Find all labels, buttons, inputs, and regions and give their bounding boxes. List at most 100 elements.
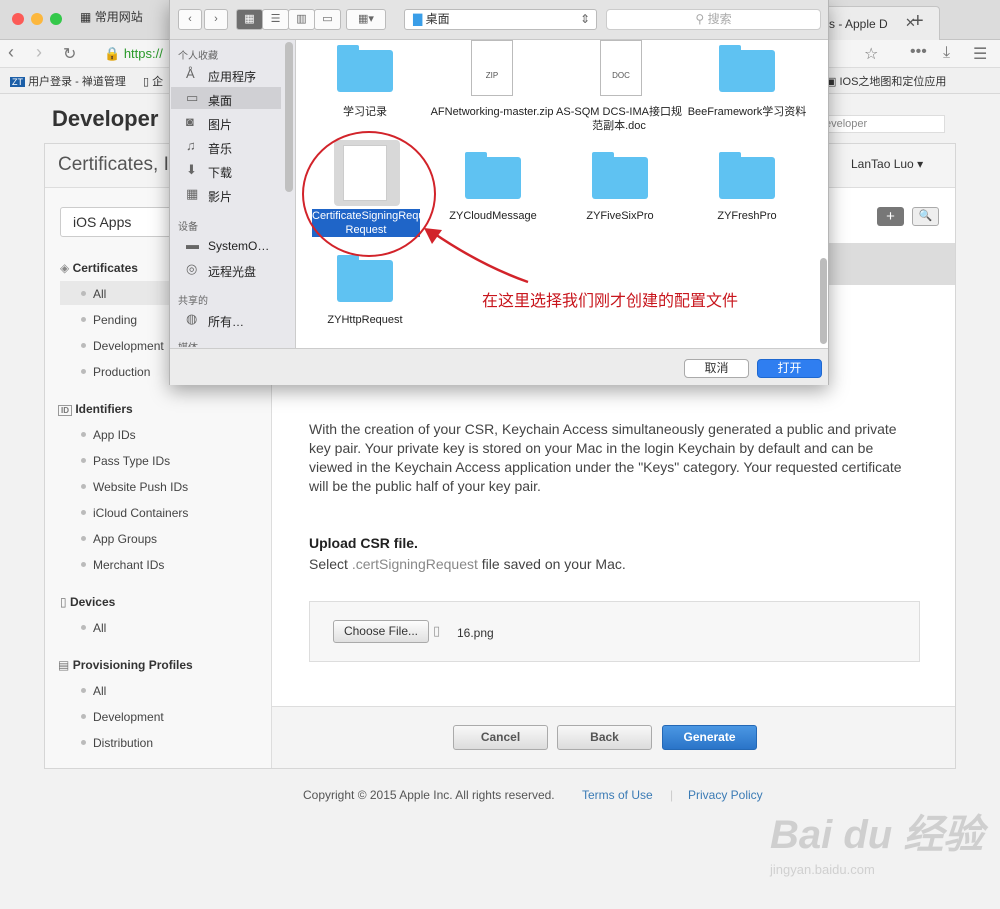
sidebar-item-devices-all[interactable]: All: [93, 621, 106, 635]
url-bar[interactable]: 🔒 https://: [104, 46, 163, 62]
sidebar-item-applications[interactable]: 应用程序: [208, 68, 256, 85]
sidebar-item-profiles-distribution[interactable]: Distribution: [93, 736, 153, 750]
folder-icon[interactable]: [337, 45, 393, 92]
file-item[interactable]: AFNetworking-master.zip: [427, 105, 557, 119]
sidebar-scrollbar[interactable]: [285, 42, 293, 192]
caret-down-icon: ▾: [917, 157, 924, 171]
file-item[interactable]: ZYFiveSixPro: [555, 209, 685, 223]
network-icon: ◍: [186, 311, 198, 326]
user-menu[interactable]: LanTao Luo ▾: [851, 157, 923, 171]
zip-file-icon[interactable]: ZIP: [471, 40, 513, 96]
grid-icon: ▦: [80, 10, 92, 24]
sidebar-item-pictures[interactable]: 图片: [208, 116, 232, 133]
folder-icon: ▇: [413, 12, 423, 26]
sidebar-item-certificates-all[interactable]: All: [93, 287, 106, 301]
sidebar-item-website-push-ids[interactable]: Website Push IDs: [93, 480, 188, 494]
sidebar-section-identifiers[interactable]: ID Identifiers: [58, 402, 133, 416]
annotation-circle: [302, 131, 436, 257]
bullet-icon: [81, 625, 86, 630]
sidebar-item-downloads[interactable]: 下载: [208, 164, 232, 181]
file-item[interactable]: ZYHttpRequest: [300, 313, 430, 327]
device-icon: ▯: [60, 595, 67, 609]
sidebar-item-merchant-ids[interactable]: Merchant IDs: [93, 558, 164, 572]
cancel-button[interactable]: Cancel: [453, 725, 548, 750]
search-button[interactable]: 🔍: [912, 207, 939, 226]
generate-button[interactable]: Generate: [662, 725, 757, 750]
minimize-window-button[interactable]: [31, 13, 43, 25]
list-view-icon[interactable]: ☰: [262, 9, 289, 30]
bullet-icon: [81, 510, 86, 515]
bookmark-enterprise[interactable]: ▯ 企: [143, 73, 163, 89]
sidebar-item-development[interactable]: Development: [93, 339, 164, 353]
dialog-back-icon[interactable]: ‹: [178, 9, 202, 30]
sidebar-item-movies[interactable]: 影片: [208, 188, 232, 205]
sidebar-item-icloud-containers[interactable]: iCloud Containers: [93, 506, 188, 520]
developer-search-input[interactable]: eveloper: [820, 115, 945, 133]
sidebar-item-app-ids[interactable]: App IDs: [93, 428, 136, 442]
sidebar-item-production[interactable]: Production: [93, 365, 150, 379]
dialog-forward-icon[interactable]: ›: [204, 9, 228, 30]
file-item[interactable]: 学习记录: [300, 105, 430, 119]
new-tab-icon[interactable]: +: [912, 10, 924, 33]
dialog-cancel-button[interactable]: 取消: [684, 359, 749, 378]
file-item[interactable]: BeeFramework学习资料: [682, 105, 812, 119]
music-icon: ♫: [186, 138, 196, 153]
more-icon[interactable]: •••: [910, 43, 927, 61]
bullet-icon: [81, 369, 86, 374]
csr-description: With the creation of your CSR, Keychain …: [309, 421, 902, 494]
doc-file-icon[interactable]: DOC: [600, 40, 642, 96]
plus-icon: +: [886, 208, 895, 225]
sidebar-item-music[interactable]: 音乐: [208, 140, 232, 157]
sidebar-section-certificates[interactable]: ◈ Certificates: [60, 261, 138, 275]
lock-icon: 🔒: [104, 46, 121, 61]
folder-icon[interactable]: [719, 45, 775, 92]
privacy-link[interactable]: Privacy Policy: [688, 788, 763, 802]
icon-view-icon[interactable]: ▦: [236, 9, 263, 30]
sidebar-item-profiles-all[interactable]: All: [93, 684, 106, 698]
folder-icon[interactable]: [592, 152, 648, 199]
add-button[interactable]: +: [877, 207, 904, 226]
sidebar-item-remote-disc[interactable]: 远程光盘: [208, 263, 256, 280]
download-icon[interactable]: ⤓: [943, 44, 950, 62]
remote-disc-icon: ◎: [186, 261, 198, 276]
sidebar-item-pass-type-ids[interactable]: Pass Type IDs: [93, 454, 170, 468]
file-item[interactable]: ZYFreshPro: [682, 209, 812, 223]
sidebar-item-profiles-development[interactable]: Development: [93, 710, 164, 724]
sidebar-item-all-shared[interactable]: 所有…: [208, 313, 244, 330]
bookmark-ios-map[interactable]: ▣ IOS之地图和定位应用: [826, 73, 946, 89]
arrange-menu-icon[interactable]: ▦▾: [346, 9, 386, 30]
sidebar-item-pending[interactable]: Pending: [93, 313, 137, 327]
selected-file-name: 16.png: [457, 626, 494, 640]
terms-link[interactable]: Terms of Use: [582, 788, 653, 802]
developer-brand[interactable]: Developer: [52, 106, 158, 132]
forward-icon[interactable]: ›: [36, 42, 42, 63]
sidebar-item-desktop[interactable]: 桌面: [208, 92, 232, 109]
dialog-search-input[interactable]: ⚲ 搜索: [606, 9, 821, 30]
sidebar-section-devices[interactable]: ▯ Devices: [60, 595, 115, 609]
reload-icon[interactable]: ↻: [63, 44, 76, 64]
folder-icon[interactable]: [337, 255, 393, 302]
coverflow-view-icon[interactable]: ▭: [314, 9, 341, 30]
files-scrollbar[interactable]: [820, 258, 827, 344]
file-item[interactable]: AS-SQM DCS-IMA接口规范副本.doc: [554, 105, 684, 133]
bullet-icon: [81, 484, 86, 489]
sidebar-section-profiles[interactable]: ▤ Provisioning Profiles: [58, 658, 193, 672]
close-window-button[interactable]: [12, 13, 24, 25]
disk-icon: ▬: [186, 237, 199, 252]
folder-icon[interactable]: [719, 152, 775, 199]
folder-icon[interactable]: [465, 152, 521, 199]
sidebar-item-app-groups[interactable]: App Groups: [93, 532, 157, 546]
back-icon[interactable]: ‹: [8, 42, 14, 63]
choose-file-button[interactable]: Choose File...: [333, 620, 429, 643]
zoom-window-button[interactable]: [50, 13, 62, 25]
menu-icon[interactable]: ☰: [973, 44, 987, 64]
back-button[interactable]: Back: [557, 725, 652, 750]
tab-common-sites[interactable]: ▦ 常用网站: [80, 8, 143, 25]
dialog-open-button[interactable]: 打开: [757, 359, 822, 378]
column-view-icon[interactable]: ▥: [288, 9, 315, 30]
bullet-icon: [81, 562, 86, 567]
bookmark-zentao[interactable]: ZT 用户登录 - 禅道管理: [10, 73, 126, 89]
sidebar-item-system-disk[interactable]: SystemO…: [208, 239, 269, 253]
star-icon[interactable]: ☆: [864, 44, 878, 64]
location-select[interactable]: ▇ 桌面 ⇕: [404, 9, 597, 30]
